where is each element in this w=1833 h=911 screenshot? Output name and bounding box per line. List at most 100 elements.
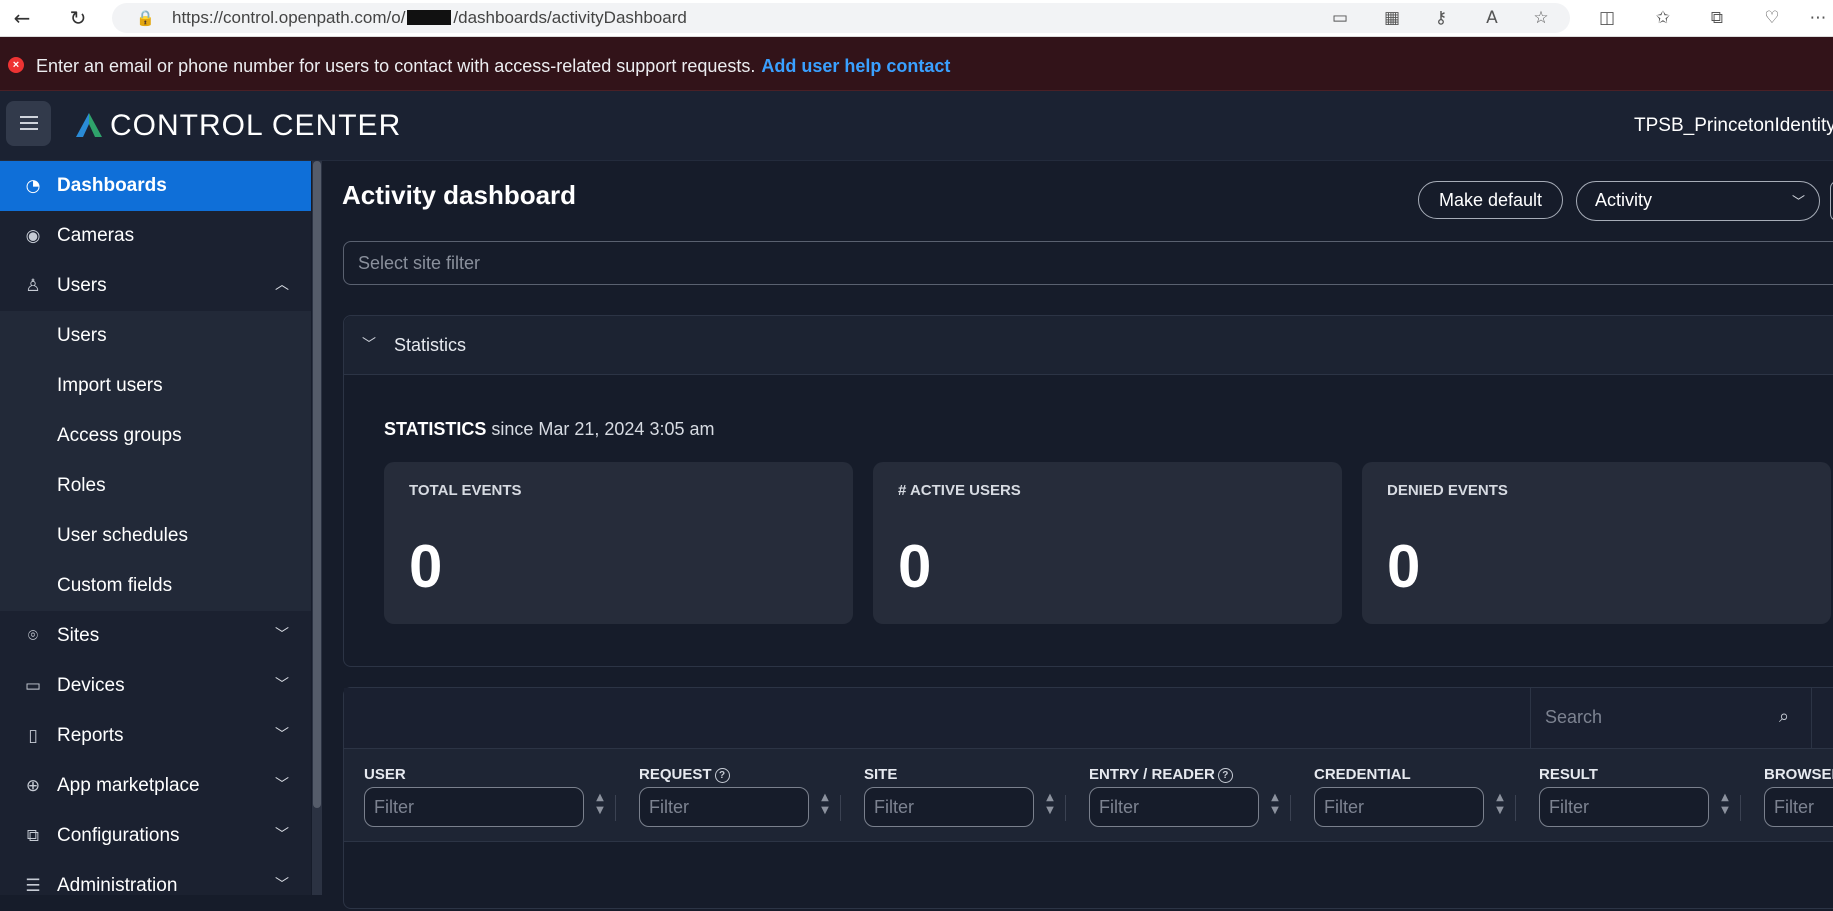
location-pin-icon: ⌾ — [27, 626, 39, 646]
search-icon[interactable]: ⌕ — [1779, 706, 1789, 727]
stat-card-label: TOTAL EVENTS — [409, 482, 522, 499]
column-divider — [1515, 795, 1516, 821]
sidebar-subitem-label: Roles — [57, 475, 106, 496]
browser-essentials-icon[interactable]: ♡ — [1761, 7, 1783, 29]
more-icon[interactable]: ⋯ — [1807, 7, 1829, 29]
refresh-icon[interactable]: ↻ — [66, 6, 90, 30]
sidebar-subitem-custom-fields[interactable]: Custom fields — [0, 561, 311, 611]
filter-placeholder: Filter — [374, 797, 414, 817]
site-filter-input[interactable]: Select site filter — [343, 241, 1833, 285]
column-header[interactable]: BROWSER — [1764, 766, 1833, 783]
column-filter-input[interactable]: Filter — [639, 787, 809, 827]
column-header[interactable]: ENTRY / READER? — [1089, 766, 1233, 783]
add-user-help-contact-link[interactable]: Add user help contact — [761, 56, 950, 76]
sort-icon[interactable]: ▲ ▼ — [1494, 791, 1506, 821]
column-request: REQUEST? Filter ▲ ▼ — [639, 749, 849, 841]
cast-icon[interactable]: ▭ — [1329, 7, 1351, 29]
sidebar-subitem-label: Custom fields — [57, 575, 173, 596]
lock-icon[interactable]: 🔒 — [136, 9, 155, 27]
table-search-input[interactable]: Search ⌕ — [1530, 688, 1811, 748]
column-filter-input[interactable]: Filter — [864, 787, 1034, 827]
globe-icon: ⊕ — [25, 776, 41, 796]
apps-icon[interactable]: ▦ — [1381, 7, 1403, 29]
sidebar-subitem-import-users[interactable]: Import users — [0, 361, 311, 411]
sidebar-subitem-user-schedules[interactable]: User schedules — [0, 511, 311, 561]
alert-message: Enter an email or phone number for users… — [36, 56, 950, 77]
filter-placeholder: Filter — [1774, 797, 1814, 817]
sidebar-item-label: Dashboards — [57, 175, 167, 196]
sliders-icon: ☰ — [25, 876, 41, 896]
sidebar-subitem-users[interactable]: Users — [0, 311, 311, 361]
chevron-up-icon: ︿ — [275, 277, 289, 293]
pie-chart-icon: ◔ — [25, 176, 41, 196]
column-divider — [1740, 795, 1741, 821]
favorites-icon[interactable]: ✩ — [1652, 7, 1674, 29]
sidebar-item-app-marketplace[interactable]: ⊕ App marketplace ﹀ — [0, 761, 311, 811]
stat-card-label: # ACTIVE USERS — [898, 482, 1021, 499]
statistics-header[interactable] — [344, 316, 1833, 375]
column-filter-input[interactable]: Filter — [1089, 787, 1259, 827]
key-icon[interactable]: ⚷ — [1430, 7, 1452, 29]
chevron-down-icon: ﹀ — [275, 727, 289, 743]
sort-icon[interactable]: ▲ ▼ — [1269, 791, 1281, 821]
hamburger-icon — [20, 122, 38, 124]
split-screen-icon[interactable]: ◫ — [1596, 7, 1618, 29]
stat-card-value: 0 — [898, 533, 932, 600]
sidebar-scrollbar-thumb[interactable] — [313, 161, 321, 808]
column-header[interactable]: SITE — [864, 766, 897, 783]
sidebar-item-cameras[interactable]: ◉ Cameras — [0, 211, 311, 261]
sidebar-item-dashboards[interactable]: ◔ Dashboards — [0, 161, 311, 211]
sidebar-item-configurations[interactable]: ⧉ Configurations ﹀ — [0, 811, 311, 861]
chevron-down-icon[interactable]: ﹀ — [362, 334, 376, 354]
sidebar-item-devices[interactable]: ▭ Devices ﹀ — [0, 661, 311, 711]
org-name[interactable]: TPSB_PrincetonIdentity — [1634, 115, 1833, 137]
sort-icon[interactable]: ▲ ▼ — [819, 791, 831, 821]
chevron-down-icon: ﹀ — [275, 827, 289, 843]
statistics-since-text: since Mar 21, 2024 3:05 am — [491, 419, 715, 439]
sort-icon[interactable]: ▲ ▼ — [1719, 791, 1731, 821]
collections-icon[interactable]: ⧉ — [1706, 7, 1728, 29]
sidebar-item-administration[interactable]: ☰ Administration ﹀ — [0, 861, 311, 911]
sidebar-item-sites[interactable]: ⌾ Sites ﹀ — [0, 611, 311, 661]
stat-card-label: DENIED EVENTS — [1387, 482, 1508, 499]
back-arrow-icon[interactable]: ← — [10, 6, 34, 30]
filter-placeholder: Filter — [649, 797, 689, 817]
read-aloud-icon[interactable]: A — [1481, 7, 1503, 29]
dashboard-select[interactable]: Activity ﹀ — [1576, 181, 1820, 221]
stat-card-value: 0 — [409, 533, 443, 600]
camera-icon: ◉ — [25, 226, 41, 246]
column-header[interactable]: REQUEST? — [639, 766, 730, 783]
column-header[interactable]: USER — [364, 766, 406, 783]
sidebar-item-label: Sites — [57, 625, 100, 646]
column-filter-input[interactable]: Filter — [1764, 787, 1833, 827]
user-icon: ♙ — [25, 276, 41, 296]
logo-icon — [76, 113, 102, 137]
column-header[interactable]: RESULT — [1539, 766, 1598, 783]
make-default-button[interactable]: Make default — [1418, 181, 1563, 219]
column-header-text: REQUEST — [639, 766, 712, 783]
column-header[interactable]: CREDENTIAL — [1314, 766, 1411, 783]
page-title: Activity dashboard — [342, 180, 577, 210]
column-filter-input[interactable]: Filter — [364, 787, 584, 827]
sidebar-subitem-access-groups[interactable]: Access groups — [0, 411, 311, 461]
statistics-section-title[interactable]: Statistics — [394, 335, 466, 356]
help-icon[interactable]: ? — [714, 768, 730, 783]
star-icon[interactable]: ☆ — [1530, 7, 1552, 29]
column-filter-input[interactable]: Filter — [1539, 787, 1709, 827]
table-search-placeholder: Search — [1545, 707, 1603, 727]
sidebar-item-reports[interactable]: ▯ Reports ﹀ — [0, 711, 311, 761]
chevron-down-icon: ﹀ — [1791, 195, 1805, 210]
sidebar-subitem-roles[interactable]: Roles — [0, 461, 311, 511]
sort-icon[interactable]: ▲ ▼ — [1044, 791, 1056, 821]
url-suffix: /dashboards/activityDashboard — [453, 8, 687, 27]
toolbar-divider — [1811, 688, 1812, 748]
device-icon: ▭ — [24, 676, 42, 696]
stat-card-total-events: TOTAL EVENTS 0 — [384, 462, 853, 624]
sidebar-item-label: Users — [57, 275, 107, 296]
menu-button[interactable] — [6, 101, 51, 146]
sort-icon[interactable]: ▲ ▼ — [594, 791, 606, 821]
hamburger-icon — [20, 128, 38, 130]
help-icon[interactable]: ? — [1217, 768, 1233, 783]
sidebar-item-users[interactable]: ♙ Users ︿ — [0, 261, 311, 311]
column-filter-input[interactable]: Filter — [1314, 787, 1484, 827]
